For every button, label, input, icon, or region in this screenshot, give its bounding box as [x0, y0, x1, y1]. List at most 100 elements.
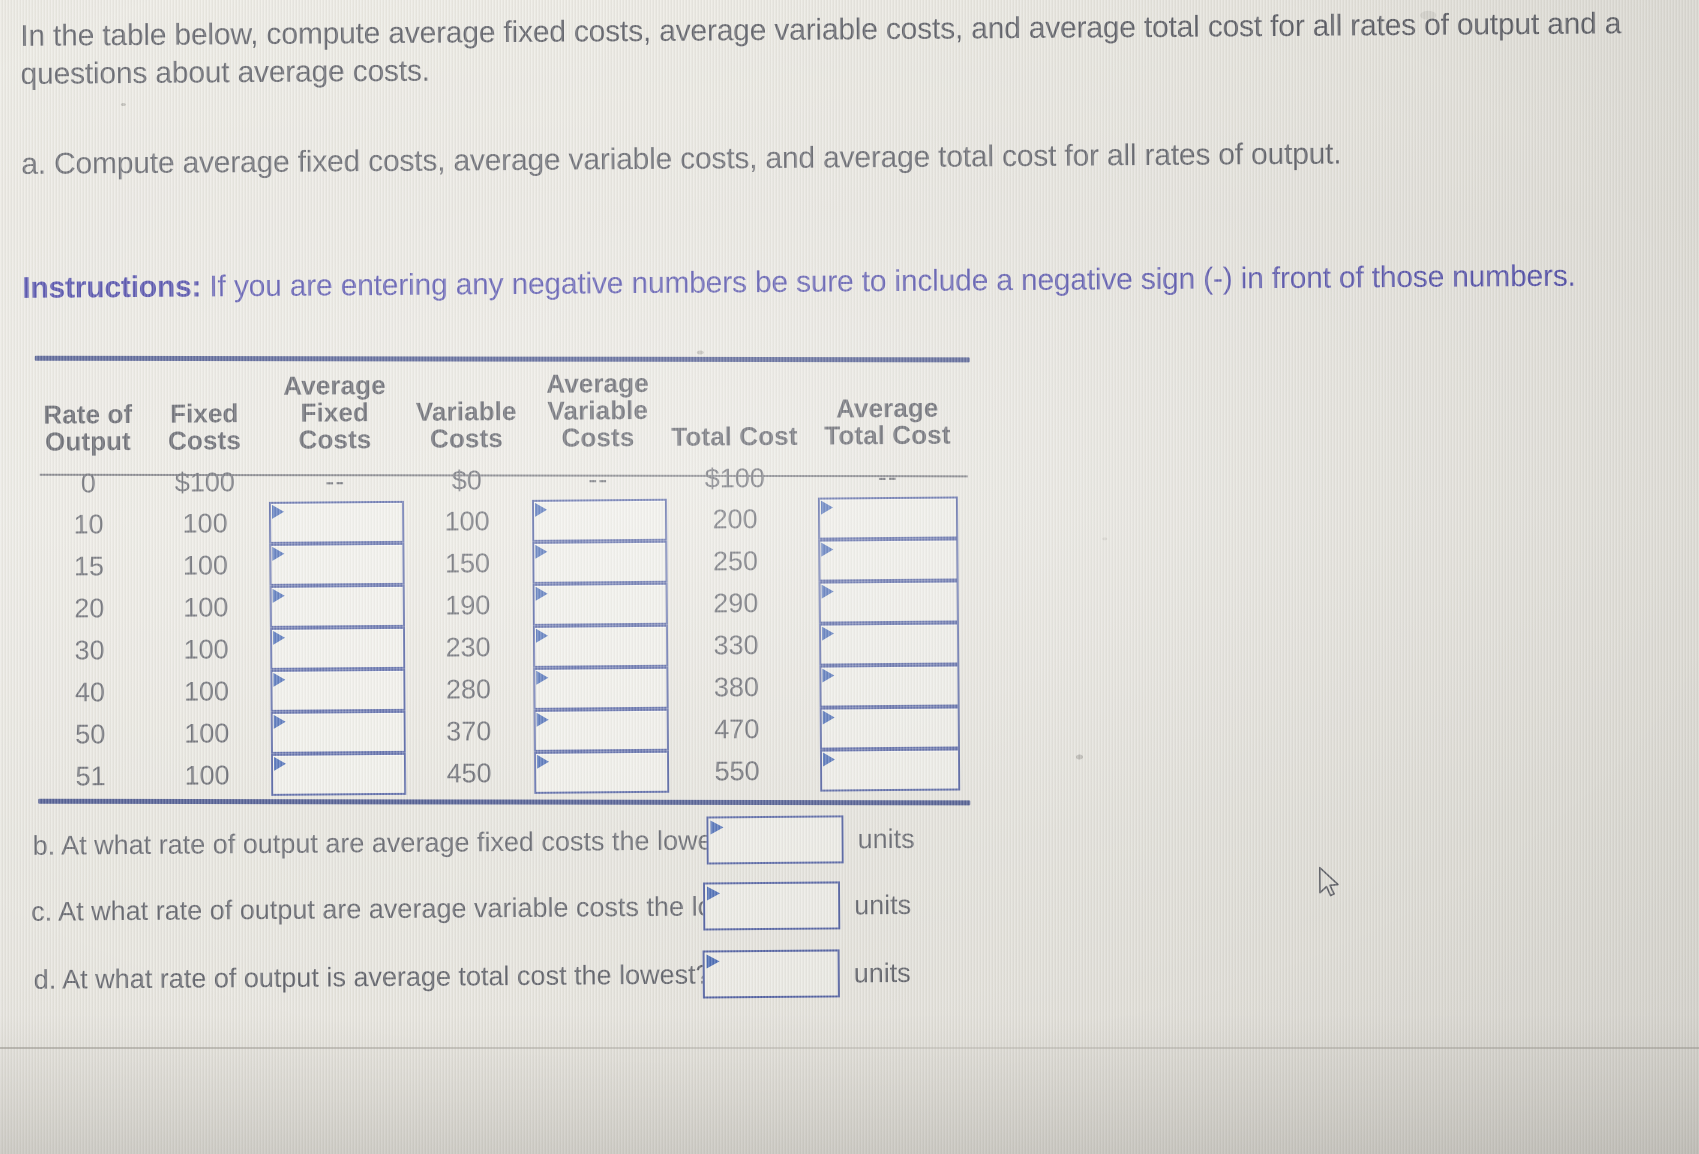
cell-average-variable-costs — [532, 624, 669, 668]
input-average-total-cost-row-51[interactable] — [819, 748, 961, 792]
input-average-fixed-costs-row-51[interactable] — [270, 752, 407, 796]
cell-fixed-costs: 100 — [183, 675, 230, 707]
input-average-fixed-costs-row-20[interactable] — [269, 584, 405, 628]
question-d-units: units — [853, 957, 911, 988]
cell-average-total-cost — [806, 580, 972, 624]
question-d-text: d. At what rate of output is average tot… — [33, 958, 711, 995]
table-bottom-rule — [38, 798, 971, 806]
cell-average-total-cost — [806, 664, 972, 708]
input-average-total-cost-row-30[interactable] — [818, 622, 960, 666]
input-average-variable-costs-row-10[interactable] — [531, 498, 668, 542]
cell-rate-of-output: 50 — [75, 718, 106, 749]
cell-average-fixed-costs: -- — [325, 465, 346, 496]
cell-average-total-cost: -- — [877, 461, 898, 492]
input-average-fixed-costs-row-15[interactable] — [269, 542, 405, 586]
cell-total-cost: 330 — [713, 629, 759, 660]
input-average-total-cost-row-50[interactable] — [819, 706, 960, 750]
input-average-variable-costs-row-50[interactable] — [533, 708, 669, 752]
input-average-fixed-costs-row-50[interactable] — [270, 710, 406, 754]
cell-average-total-cost — [807, 748, 973, 792]
instructions-label: Instructions: — [22, 270, 202, 305]
input-average-total-cost-row-10[interactable] — [817, 496, 959, 540]
cell-average-total-cost — [805, 496, 971, 540]
input-average-variable-costs-row-30[interactable] — [532, 624, 669, 668]
instructions-line: Instructions: If you are entering any ne… — [22, 260, 1576, 306]
cell-average-fixed-costs — [270, 710, 406, 754]
question-d-row: d. At what rate of output is average tot… — [34, 949, 911, 1004]
cell-average-fixed-costs — [270, 752, 407, 796]
cell-rate-of-output: 15 — [73, 550, 105, 581]
cell-average-variable-costs — [531, 498, 668, 542]
question-b-row: b. At what rate of output are average fi… — [32, 815, 915, 870]
cell-average-fixed-costs — [268, 500, 405, 544]
cell-total-cost: 470 — [714, 713, 760, 744]
question-b-units: units — [857, 823, 915, 854]
cell-variable-costs: 280 — [445, 673, 492, 705]
input-average-variable-costs-row-40[interactable] — [533, 666, 669, 710]
cell-average-variable-costs: -- — [588, 463, 609, 494]
cell-average-variable-costs — [533, 666, 669, 710]
cell-fixed-costs: 100 — [184, 759, 230, 791]
cell-total-cost: 250 — [712, 545, 759, 576]
cell-average-fixed-costs — [269, 626, 406, 670]
cell-average-fixed-costs — [269, 584, 405, 628]
cost-table-body: 0 $100 -- $0 -- $100 -- 10 100 100 200 15 100 150 250 2… — [36, 456, 974, 797]
cell-rate-of-output: 51 — [75, 760, 106, 791]
cell-variable-costs: 190 — [445, 589, 491, 621]
cell-average-total-cost — [807, 706, 973, 750]
part-a-text: a. Compute average fixed costs, average … — [21, 137, 1342, 181]
photo-speck — [1075, 754, 1083, 760]
table-row: 20 100 190 290 — [37, 580, 972, 629]
cell-average-variable-costs — [533, 708, 669, 752]
cell-total-cost: 200 — [712, 503, 758, 534]
question-d-input[interactable] — [702, 949, 840, 999]
input-average-variable-costs-row-51[interactable] — [533, 750, 670, 794]
table-row: 50 100 370 470 — [38, 706, 973, 755]
input-average-fixed-costs-row-10[interactable] — [268, 500, 405, 544]
input-average-variable-costs-row-20[interactable] — [532, 582, 668, 626]
cell-average-variable-costs — [532, 540, 668, 584]
photo-speck — [1102, 537, 1108, 541]
cell-variable-costs: 230 — [445, 631, 491, 663]
cell-rate-of-output: 0 — [80, 467, 96, 498]
table-row: 51 100 450 550 — [38, 748, 973, 797]
cell-fixed-costs: $100 — [174, 466, 235, 498]
col-header-total-cost: Total Cost — [671, 420, 798, 452]
question-c-input[interactable] — [702, 881, 841, 931]
cell-variable-costs: 150 — [444, 547, 491, 579]
col-header-rate-of-output: Rate of Output — [43, 398, 133, 457]
table-row: 15 100 150 250 — [36, 538, 971, 587]
cell-fixed-costs: 100 — [183, 591, 229, 623]
cell-variable-costs: 370 — [446, 715, 492, 747]
cell-variable-costs: 100 — [444, 505, 490, 537]
cell-average-fixed-costs — [269, 542, 405, 586]
input-average-fixed-costs-row-30[interactable] — [269, 626, 406, 670]
cell-total-cost: $100 — [704, 462, 765, 493]
cell-average-variable-costs — [532, 582, 668, 626]
instructions-text: If you are entering any negative numbers… — [201, 259, 1576, 304]
cost-table: Rate of Output Fixed Costs Average Fixed… — [35, 353, 973, 797]
cell-total-cost: 550 — [714, 755, 760, 786]
cell-fixed-costs: 100 — [182, 507, 228, 539]
cell-average-total-cost — [806, 622, 972, 666]
question-b-text: b. At what rate of output are average fi… — [32, 824, 749, 861]
input-average-total-cost-row-40[interactable] — [819, 664, 960, 708]
cell-fixed-costs: 100 — [183, 633, 229, 665]
input-average-total-cost-row-20[interactable] — [818, 580, 959, 624]
table-row: 30 100 230 330 — [37, 622, 972, 671]
col-header-fixed-costs: Fixed Costs — [167, 398, 241, 456]
table-row: 10 100 100 200 — [36, 496, 971, 545]
input-average-variable-costs-row-15[interactable] — [532, 540, 668, 584]
mouse-cursor-icon — [1319, 866, 1339, 897]
input-average-fixed-costs-row-40[interactable] — [270, 668, 406, 712]
cell-rate-of-output: 10 — [73, 508, 104, 539]
table-header-row: Rate of Output Fixed Costs Average Fixed… — [35, 353, 971, 463]
question-b-input[interactable] — [706, 815, 844, 865]
cell-average-variable-costs — [533, 750, 670, 794]
question-c-row: c. At what rate of output are average va… — [31, 881, 911, 936]
input-average-total-cost-row-15[interactable] — [818, 538, 959, 582]
col-header-average-total-cost: Average Total Cost — [824, 392, 951, 451]
cost-table-container: Rate of Output Fixed Costs Average Fixed… — [34, 348, 983, 806]
cell-average-total-cost — [805, 538, 971, 582]
cell-fixed-costs: 100 — [182, 549, 229, 581]
